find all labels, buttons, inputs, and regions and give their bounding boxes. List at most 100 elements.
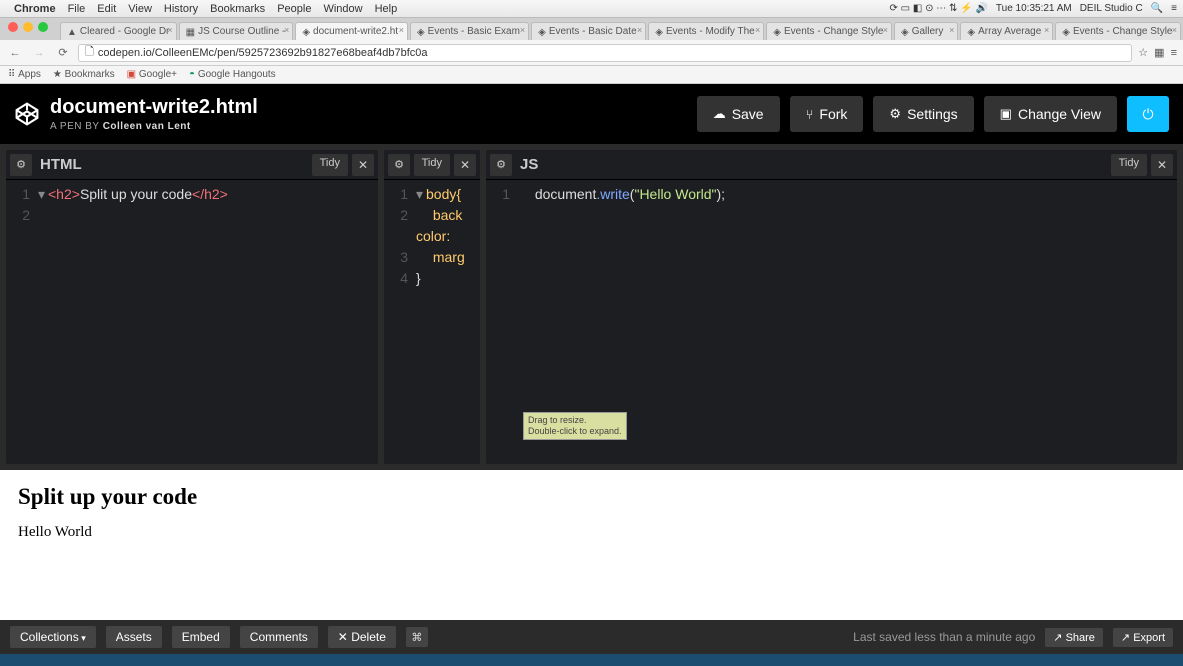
favicon-icon: ◈ — [655, 27, 663, 37]
menu-bookmarks[interactable]: Bookmarks — [210, 3, 265, 15]
delete-button[interactable]: ✕ Delete — [328, 626, 396, 648]
reload-button[interactable]: ⟳ — [54, 46, 72, 59]
tidy-button[interactable]: Tidy — [1111, 154, 1147, 176]
browser-tab[interactable]: ◈Events - Change Style× — [1055, 22, 1181, 40]
favicon-icon: ▦ — [186, 27, 195, 37]
browser-tab[interactable]: ◈Gallery× — [894, 22, 958, 40]
browser-tab[interactable]: ◈Events - Basic Date× — [531, 22, 646, 40]
comments-button[interactable]: Comments — [240, 626, 318, 648]
menu-help[interactable]: Help — [375, 3, 398, 15]
power-icon: ⏻ — [1142, 106, 1153, 123]
output-preview: Split up your code Hello World — [0, 470, 1183, 620]
favicon-icon: ◈ — [967, 27, 975, 37]
close-tab-icon[interactable]: × — [399, 25, 404, 35]
browser-tab[interactable]: ◈Events - Basic Exam× — [410, 22, 529, 40]
back-button[interactable]: ← — [6, 47, 24, 59]
menu-window[interactable]: Window — [323, 3, 362, 15]
settings-button[interactable]: ⚙Settings — [873, 96, 973, 132]
preview-heading: Split up your code — [18, 484, 1165, 510]
assets-button[interactable]: Assets — [106, 626, 162, 648]
close-tab-icon[interactable]: × — [637, 25, 642, 35]
tidy-button[interactable]: Tidy — [312, 154, 348, 176]
layout-icon: ▣ — [1000, 106, 1012, 122]
cloud-icon: ☁ — [713, 106, 726, 122]
editor-row: CSS ⚙ HTML Tidy ✕ 1▾<h2>Split up your co… — [0, 144, 1183, 470]
browser-tabstrip: ▲Cleared - Google Dr× ▦JS Course Outline… — [0, 18, 1183, 40]
favicon-icon: ▲ — [67, 27, 77, 37]
bookmark-item[interactable]: ◓ Google Hangouts — [189, 69, 276, 80]
collapse-pane-button[interactable]: ✕ — [352, 154, 374, 176]
browser-tab[interactable]: ◈Events - Change Style× — [766, 22, 892, 40]
pane-settings-button[interactable]: ⚙ — [388, 154, 410, 176]
close-tab-icon[interactable]: × — [883, 25, 888, 35]
close-window-icon[interactable] — [8, 22, 18, 32]
menu-people[interactable]: People — [277, 3, 311, 15]
pane-title: HTML — [40, 156, 82, 173]
minimize-window-icon[interactable] — [23, 22, 33, 32]
favicon-icon: ◈ — [538, 27, 546, 37]
collapse-pane-button[interactable]: ✕ — [454, 154, 476, 176]
preview-text: Hello World — [18, 524, 1165, 541]
close-tab-icon[interactable]: × — [520, 25, 525, 35]
codepen-logo-icon[interactable] — [14, 101, 40, 127]
url-text: codepen.io/ColleenEMc/pen/5925723692b918… — [98, 47, 428, 59]
menubar-label: DEIL Studio C — [1080, 3, 1143, 14]
collapse-pane-button[interactable]: ✕ — [1151, 154, 1173, 176]
app-name[interactable]: Chrome — [14, 3, 56, 15]
export-button[interactable]: ↗ Export — [1113, 628, 1173, 647]
save-status: Last saved less than a minute ago — [853, 630, 1035, 644]
pane-settings-button[interactable]: ⚙ — [490, 154, 512, 176]
html-code-editor[interactable]: 1▾<h2>Split up your code</h2> 2 — [6, 180, 378, 230]
profile-button[interactable]: ⏻ — [1127, 96, 1169, 132]
menu-history[interactable]: History — [164, 3, 198, 15]
collections-button[interactable]: Collections — [10, 626, 96, 648]
address-bar[interactable]: 🗋 codepen.io/ColleenEMc/pen/5925723692b9… — [78, 44, 1132, 62]
pane-title: JS — [520, 156, 538, 173]
pane-settings-button[interactable]: ⚙ — [10, 154, 32, 176]
forward-button[interactable]: → — [30, 47, 48, 59]
change-view-button[interactable]: ▣Change View — [984, 96, 1117, 132]
gear-icon: ⚙ — [889, 106, 901, 122]
menu-edit[interactable]: Edit — [97, 3, 116, 15]
star-icon[interactable]: ☆ — [1138, 46, 1148, 59]
bookmark-item[interactable]: ▣ Google+ — [127, 69, 177, 80]
extension-icon[interactable]: ▦ — [1154, 46, 1164, 59]
browser-tab[interactable]: ◈Array Average× — [960, 22, 1053, 40]
keyboard-shortcuts-button[interactable]: ⌘ — [406, 627, 428, 647]
menu-icon[interactable]: ≡ — [1171, 3, 1177, 14]
codepen-footer: Collections Assets Embed Comments ✕ Dele… — [0, 620, 1183, 654]
hamburger-icon[interactable]: ≡ — [1171, 47, 1177, 59]
close-tab-icon[interactable]: × — [755, 25, 760, 35]
close-tab-icon[interactable]: × — [284, 25, 289, 35]
bookmark-item[interactable]: ★ Bookmarks — [53, 69, 115, 80]
window-controls[interactable] — [8, 22, 48, 32]
author-link[interactable]: Colleen van Lent — [103, 121, 191, 132]
favicon-icon: ◈ — [302, 27, 310, 37]
close-tab-icon[interactable]: × — [167, 25, 172, 35]
menu-view[interactable]: View — [128, 3, 152, 15]
close-tab-icon[interactable]: × — [1172, 25, 1177, 35]
close-tab-icon[interactable]: × — [1044, 25, 1049, 35]
pen-byline: A PEN BY Colleen van Lent — [50, 121, 258, 132]
pen-title[interactable]: document-write2.html — [50, 96, 258, 119]
css-code-editor[interactable]: 1▾body{ 2 back color: 3 marg 4} — [384, 180, 480, 293]
menu-file[interactable]: File — [68, 3, 86, 15]
share-button[interactable]: ↗ Share — [1045, 628, 1103, 647]
zoom-window-icon[interactable] — [38, 22, 48, 32]
page-icon: 🗋 — [85, 43, 94, 62]
browser-tab[interactable]: ◈document-write2.ht× — [295, 22, 408, 40]
tidy-button[interactable]: Tidy — [414, 154, 450, 176]
close-tab-icon[interactable]: × — [949, 25, 954, 35]
browser-tab[interactable]: ◈Events - Modify The× — [648, 22, 764, 40]
browser-tab[interactable]: ▲Cleared - Google Dr× — [60, 22, 177, 40]
js-code-editor[interactable]: 1 document.write("Hello World"); — [486, 180, 1177, 209]
fork-button[interactable]: ⑂Fork — [790, 96, 864, 132]
embed-button[interactable]: Embed — [172, 626, 230, 648]
spotlight-icon[interactable]: 🔍 — [1151, 3, 1163, 14]
favicon-icon: ◈ — [417, 27, 425, 37]
status-icons: ⟳ ▭ ◧ ⊙ ⋯ ⇅ ⚡ 🔊 — [890, 3, 988, 14]
browser-tab[interactable]: ▦JS Course Outline -× — [179, 22, 294, 40]
html-editor-pane: ⚙ HTML Tidy ✕ 1▾<h2>Split up your code</… — [6, 150, 378, 464]
save-button[interactable]: ☁Save — [697, 96, 780, 132]
apps-shortcut[interactable]: ⠿ Apps — [8, 69, 41, 80]
